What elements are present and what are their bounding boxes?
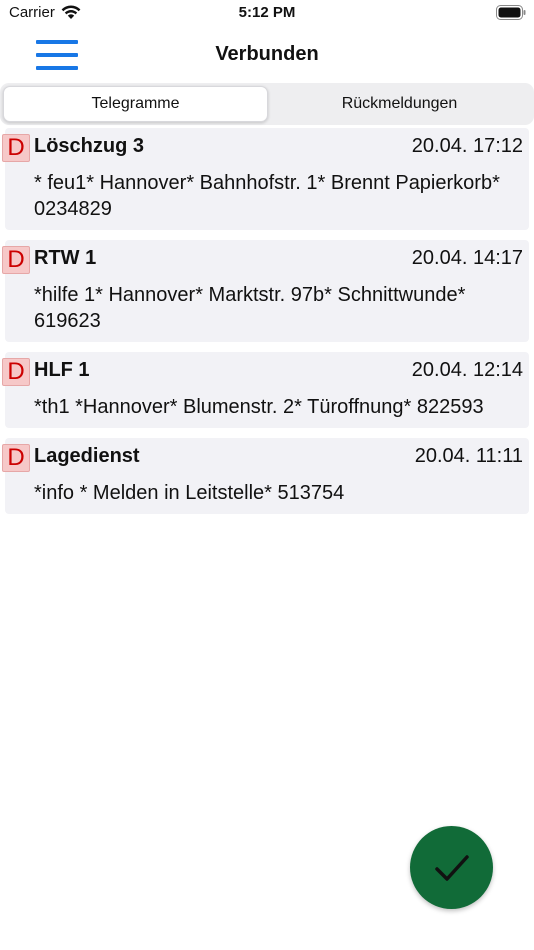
battery-icon (496, 5, 526, 20)
segmented-control: Telegramme Rückmeldungen (0, 83, 534, 125)
status-badge: D (2, 444, 30, 472)
status-time: 5:12 PM (238, 4, 296, 21)
list-item[interactable]: D Lagedienst 20.04. 11:11 *info * Melden… (2, 438, 529, 514)
unit-name: HLF 1 (34, 359, 90, 381)
unit-name: Lagedienst (34, 445, 140, 467)
status-badge: D (2, 358, 30, 386)
status-badge: D (2, 134, 30, 162)
list-item-header: D Löschzug 3 20.04. 17:12 (2, 128, 529, 164)
checkmark-icon (434, 854, 469, 881)
unit-name: RTW 1 (34, 247, 97, 269)
message-text: *hilfe 1* Hannover* Marktstr. 97b* Schni… (34, 284, 466, 332)
confirm-button[interactable] (410, 826, 493, 909)
list-item-header: D RTW 1 20.04. 14:17 (2, 240, 529, 276)
page-title: Verbunden (215, 43, 319, 65)
status-bar: Carrier 5:12 PM (0, 0, 534, 30)
message-time: 20.04. 17:12 (411, 135, 523, 157)
list-item[interactable]: D HLF 1 20.04. 12:14 *th1 *Hannover* Blu… (2, 352, 529, 428)
list-item[interactable]: D Löschzug 3 20.04. 17:12 * feu1* Hannov… (2, 128, 529, 230)
navigation-bar: Verbunden (0, 30, 534, 80)
list-item-header: D HLF 1 20.04. 12:14 (2, 352, 529, 388)
message-text: *th1 *Hannover* Blumenstr. 2* Türoffnung… (34, 396, 484, 418)
tab-telegramme[interactable]: Telegramme (3, 86, 268, 122)
message-text: *info * Melden in Leitstelle* 513754 (34, 482, 345, 504)
list-item[interactable]: D RTW 1 20.04. 14:17 *hilfe 1* Hannover*… (2, 240, 529, 342)
status-badge: D (2, 246, 30, 274)
message-time: 20.04. 11:11 (414, 445, 523, 467)
unit-name: Löschzug 3 (34, 135, 145, 157)
message-time: 20.04. 12:14 (411, 359, 523, 381)
tab-rueckmeldungen[interactable]: Rückmeldungen (268, 86, 531, 122)
message-time: 20.04. 14:17 (411, 247, 523, 269)
message-text: * feu1* Hannover* Bahnhofstr. 1* Brennt … (34, 172, 500, 220)
list-item-header: D Lagedienst 20.04. 11:11 (2, 438, 529, 474)
message-list: D Löschzug 3 20.04. 17:12 * feu1* Hannov… (2, 128, 529, 514)
